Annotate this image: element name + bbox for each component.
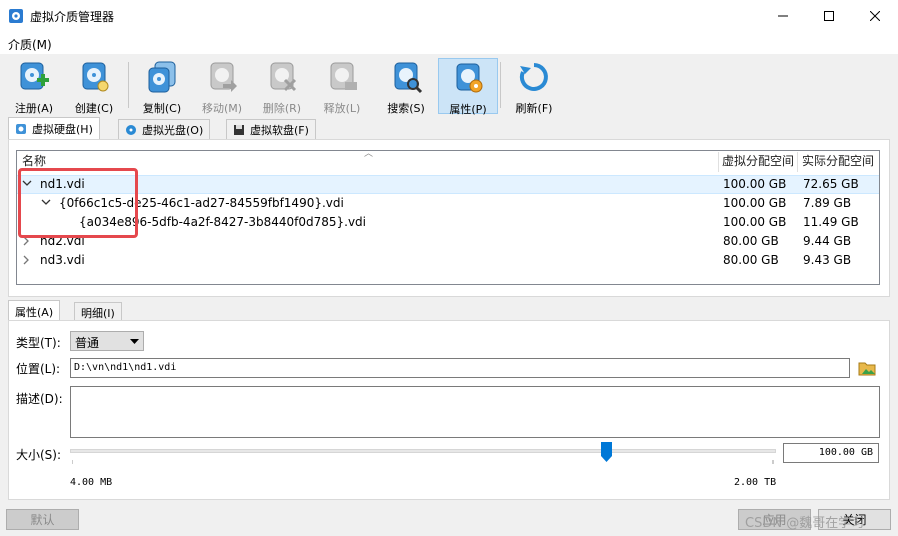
toolbar-separator: [128, 62, 129, 108]
minimize-icon: [778, 15, 788, 17]
maximize-icon: [824, 11, 834, 21]
create-disk-icon: [82, 62, 109, 92]
tab-optical-disks-label: 虚拟光盘(O): [142, 123, 204, 137]
search-disk-icon: [394, 62, 423, 94]
tab-hard-disks-label: 虚拟硬盘(H): [32, 122, 93, 136]
row-virtual-size: 100.00 GB: [723, 177, 787, 191]
row-virtual-size: 80.00 GB: [723, 253, 779, 267]
properties-label: 属性(P): [449, 103, 487, 116]
close-window-button[interactable]: [852, 0, 898, 32]
minimize-button[interactable]: [760, 0, 806, 32]
row-virtual-size: 100.00 GB: [723, 215, 787, 229]
tab-hard-disks[interactable]: 虚拟硬盘(H): [8, 117, 100, 139]
column-header-virtual-size[interactable]: 虚拟分配空间: [722, 152, 794, 172]
window-title: 虚拟介质管理器: [30, 10, 115, 24]
create-label: 创建(C): [74, 102, 114, 115]
register-label: 注册(A): [14, 102, 54, 115]
search-button[interactable]: 搜索(S): [376, 58, 436, 115]
slider-min-label: 4.00 MB: [70, 477, 113, 488]
size-value-field[interactable]: 100.00 GB: [783, 443, 879, 463]
app-icon: [9, 9, 23, 23]
size-slider-thumb[interactable]: [601, 442, 613, 462]
size-label: 大小(S):: [16, 448, 62, 462]
highlight-box: [18, 168, 138, 238]
create-button[interactable]: 创建(C): [64, 58, 124, 115]
row-virtual-size: 80.00 GB: [723, 234, 779, 248]
row-actual-size: 11.49 GB: [803, 215, 859, 229]
add-disk-icon: [20, 62, 49, 90]
slider-max-label: 2.00 TB: [734, 477, 777, 488]
description-field[interactable]: [70, 386, 880, 438]
column-divider: [797, 152, 798, 172]
search-label: 搜索(S): [387, 102, 425, 115]
dropdown-arrow-icon: [130, 339, 139, 344]
chevron-right-icon[interactable]: [23, 255, 31, 265]
row-virtual-size: 100.00 GB: [723, 196, 787, 210]
location-field[interactable]: D:\vn\nd1\nd1.vdi: [70, 358, 850, 378]
release-disk-icon: [330, 62, 357, 90]
size-slider-ticks: [72, 460, 774, 464]
move-disk-icon: [210, 62, 237, 92]
release-label: 释放(L): [323, 102, 361, 115]
move-button[interactable]: 移动(M): [192, 58, 252, 115]
move-label: 移动(M): [201, 102, 243, 115]
tab-floppy-disks[interactable]: 虚拟软盘(F): [226, 119, 316, 139]
refresh-button[interactable]: 刷新(F): [504, 58, 564, 115]
size-slider-track[interactable]: [70, 449, 776, 453]
menu-medium[interactable]: 介质(M): [8, 36, 52, 53]
slider-thumb-icon: [601, 442, 613, 462]
tab-information-label: 明细(I): [81, 306, 115, 320]
toolbar-separator: [500, 62, 501, 108]
location-label: 位置(L):: [16, 362, 61, 376]
row-actual-size: 7.89 GB: [803, 196, 852, 210]
optical-disk-icon: [126, 124, 136, 135]
type-value: 普通: [75, 336, 100, 350]
tab-floppy-disks-label: 虚拟软盘(F): [250, 123, 309, 137]
hard-disk-icon: [16, 123, 26, 134]
row-actual-size: 9.44 GB: [803, 234, 852, 248]
remove-button[interactable]: 删除(R): [252, 58, 312, 115]
tab-attributes[interactable]: 属性(A): [8, 300, 61, 322]
watermark: CSDN @魏哥在学习: [745, 516, 865, 531]
refresh-icon: [519, 63, 548, 91]
row-actual-size: 9.43 GB: [803, 253, 852, 267]
column-divider: [718, 152, 719, 172]
remove-disk-icon: [270, 62, 297, 92]
release-button[interactable]: 释放(L): [312, 58, 372, 115]
copy-button[interactable]: 复制(C): [132, 58, 192, 115]
properties-disk-icon: [456, 63, 483, 93]
menu-bar: [0, 32, 898, 54]
tab-attributes-label: 属性(A): [15, 305, 54, 319]
column-header-actual-size[interactable]: 实际分配空间: [802, 152, 874, 172]
copy-disk-icon: [148, 61, 176, 93]
close-icon: [870, 11, 880, 21]
properties-button[interactable]: 属性(P): [438, 58, 498, 116]
floppy-disk-icon: [234, 124, 244, 135]
type-select[interactable]: 普通: [70, 331, 144, 351]
tab-optical-disks[interactable]: 虚拟光盘(O): [118, 119, 211, 139]
row-actual-size: 72.65 GB: [803, 177, 859, 191]
remove-label: 删除(R): [262, 102, 302, 115]
reset-button[interactable]: 默认: [6, 509, 79, 530]
type-label: 类型(T):: [16, 336, 61, 350]
description-label: 描述(D):: [16, 392, 63, 406]
refresh-label: 刷新(F): [515, 102, 553, 115]
register-button[interactable]: 注册(A): [4, 58, 64, 115]
folder-browse-icon[interactable]: [858, 359, 876, 377]
maximize-button[interactable]: [806, 0, 852, 32]
row-name[interactable]: nd3.vdi: [40, 253, 85, 272]
tab-information[interactable]: 明细(I): [74, 302, 122, 322]
copy-label: 复制(C): [142, 102, 182, 115]
